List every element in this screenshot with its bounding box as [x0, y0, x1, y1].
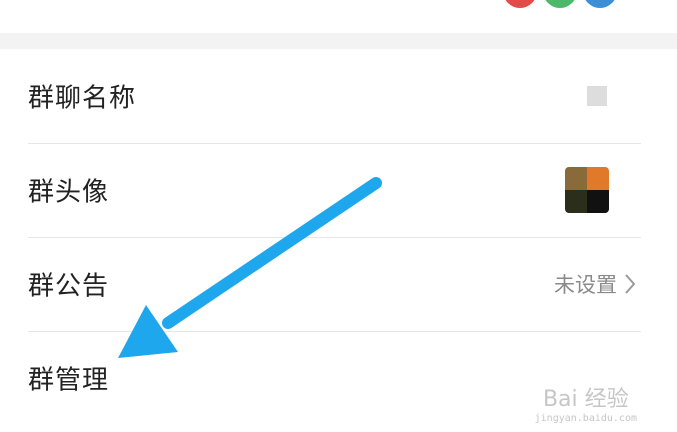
watermark-logo: Bai 经验	[542, 387, 629, 412]
group-name-row[interactable]: 群聊名称	[0, 49, 677, 143]
group-notice-row[interactable]: 群公告 未设置	[0, 237, 677, 331]
member-avatar-green	[543, 0, 577, 8]
group-name-placeholder	[587, 86, 607, 106]
baidu-jingyan-watermark: Bai 经验 jingyan.baidu.com	[535, 381, 637, 424]
watermark-url: jingyan.baidu.com	[534, 413, 637, 424]
group-avatar-row[interactable]: 群头像	[0, 143, 677, 237]
group-notice-value: 未设置	[554, 273, 617, 297]
group-notice-label: 群公告	[28, 271, 110, 302]
group-settings-list: 群聊名称 群头像 群公告 未设置 群管理	[0, 49, 677, 425]
section-divider	[0, 33, 677, 49]
member-avatar-red	[503, 0, 537, 8]
group-name-label: 群聊名称	[28, 83, 137, 114]
group-avatar-label: 群头像	[28, 177, 110, 208]
group-avatar-image	[565, 167, 609, 213]
group-manage-label: 群管理	[28, 365, 110, 396]
chevron-right-icon	[625, 274, 636, 294]
member-avatar-blue	[583, 0, 617, 8]
previous-row-partial	[0, 0, 677, 33]
